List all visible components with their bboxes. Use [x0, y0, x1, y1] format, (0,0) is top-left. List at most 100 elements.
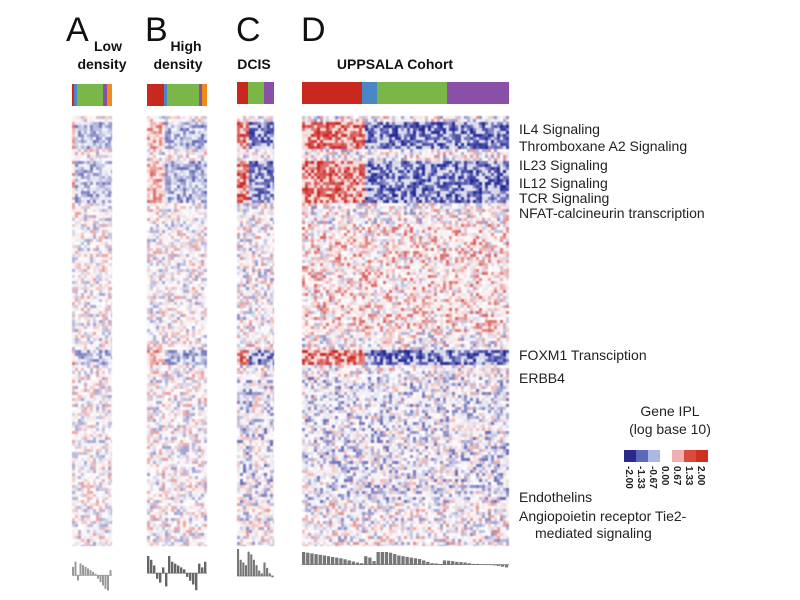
- score-bar: [204, 561, 207, 574]
- group-segment: [202, 84, 207, 106]
- score-bar: [242, 562, 245, 576]
- score-bar: [397, 555, 401, 565]
- score-bar: [401, 556, 405, 565]
- score-bar: [372, 561, 376, 565]
- score-bar: [168, 556, 171, 574]
- score-bar: [174, 563, 177, 574]
- score-bar: [250, 554, 253, 576]
- score-bar: [343, 559, 347, 565]
- score-bar: [504, 564, 509, 568]
- score-bar: [195, 573, 198, 591]
- group-segment: [248, 82, 265, 104]
- score-bar: [393, 554, 397, 565]
- score-bar: [314, 554, 318, 565]
- score-bar: [266, 567, 269, 576]
- legend-swatch: [648, 450, 660, 462]
- score-bar: [74, 561, 77, 576]
- score-bar: [198, 563, 201, 574]
- row-label: TCR Signaling: [519, 189, 610, 206]
- group-segment: [147, 84, 164, 106]
- score-bar: [102, 575, 104, 586]
- score-bar: [368, 557, 372, 565]
- group-bar-d: [302, 82, 509, 104]
- row-label: Endothelins: [519, 488, 593, 505]
- panel-subtitle-b-line2: density: [153, 56, 203, 72]
- score-profile-c: [237, 549, 274, 578]
- score-bar: [153, 565, 156, 574]
- score-bar: [339, 558, 343, 565]
- row-label: FOXM1 Transciption: [519, 346, 647, 363]
- score-bar: [376, 552, 380, 565]
- score-bar: [306, 552, 310, 565]
- group-bar-b: [147, 84, 207, 106]
- score-bar: [426, 561, 430, 565]
- score-bar: [244, 565, 248, 576]
- score-bar: [107, 575, 109, 591]
- score-bar: [455, 561, 459, 565]
- legend-title-line1: Gene IPL: [640, 403, 700, 419]
- score-bar: [165, 573, 168, 587]
- group-segment: [167, 84, 199, 106]
- score-bar: [156, 573, 159, 579]
- heatmap-panel-a: [72, 116, 112, 546]
- score-bar: [255, 565, 258, 576]
- score-bar: [171, 561, 174, 574]
- row-label: IL4 Signaling: [519, 120, 600, 137]
- score-bar: [97, 575, 99, 579]
- legend-swatch: [624, 450, 636, 462]
- row-label: IL12 Signaling: [519, 174, 608, 191]
- score-bar: [422, 560, 426, 565]
- score-bar: [388, 552, 393, 565]
- score-bar: [413, 558, 418, 565]
- row-label: ERBB4: [519, 370, 565, 387]
- score-bar: [380, 552, 384, 565]
- score-bar: [247, 551, 250, 576]
- score-bar: [252, 559, 255, 576]
- score-bar: [186, 573, 189, 577]
- score-bar: [201, 567, 204, 574]
- score-profile-b: [147, 556, 207, 591]
- score-bar: [263, 562, 266, 576]
- panel-subtitle-c: DCIS: [237, 56, 271, 72]
- score-profile-a: [72, 561, 112, 591]
- score-bar: [310, 553, 314, 565]
- score-bar: [87, 568, 89, 576]
- score-bar: [451, 561, 455, 565]
- group-segment: [106, 84, 112, 106]
- legend-tick: -1.33: [635, 466, 646, 489]
- group-bar-a: [72, 84, 112, 106]
- legend-swatch: [696, 450, 708, 462]
- legend-title-line2: (log base 10): [629, 421, 711, 437]
- score-bar: [326, 556, 331, 565]
- score-bar: [72, 566, 74, 576]
- score-bar: [409, 557, 413, 565]
- score-bar: [364, 556, 368, 565]
- legend-swatch: [636, 450, 648, 462]
- legend-swatch: [660, 450, 672, 462]
- score-bar: [147, 556, 150, 574]
- panel-letter-d: D: [301, 11, 326, 49]
- panel-subtitle-d: UPPSALA Cohort: [336, 56, 454, 72]
- legend-tick: 1.33: [683, 466, 694, 486]
- panel-letter-c: C: [236, 11, 261, 49]
- score-bar: [109, 570, 112, 576]
- row-label: Thromboxane A2 Signaling: [519, 138, 688, 155]
- legend-tick: -2.00: [623, 466, 634, 489]
- score-bar: [417, 559, 422, 565]
- score-bar: [82, 565, 84, 576]
- score-bar: [183, 569, 186, 574]
- score-bar: [258, 570, 261, 576]
- score-bar: [189, 573, 192, 581]
- score-profile-d: [302, 552, 509, 568]
- score-bar: [268, 573, 271, 576]
- group-segment: [76, 84, 103, 106]
- panel-letter-b: B: [145, 11, 168, 49]
- score-bar: [335, 557, 339, 565]
- heatmap-panel-d: [302, 116, 509, 546]
- score-bar: [84, 566, 87, 576]
- legend-color-scale: [624, 450, 708, 462]
- legend-tick: 0.00: [659, 466, 670, 486]
- legend-swatch: [684, 450, 696, 462]
- panel-subtitle-a-line1: Low: [94, 38, 122, 54]
- legend-tick: 2.00: [695, 466, 706, 486]
